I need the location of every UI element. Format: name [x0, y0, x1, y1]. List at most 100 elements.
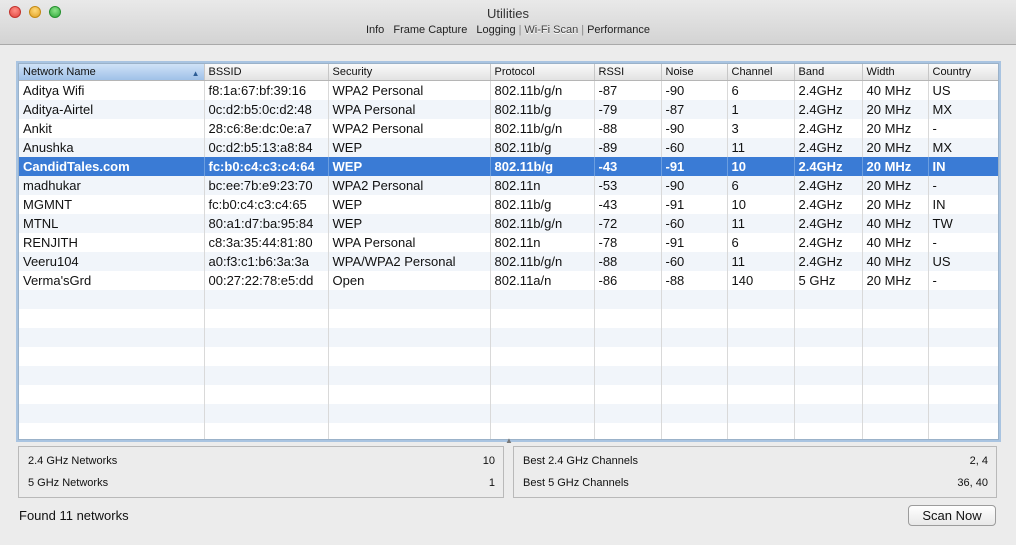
- table-row[interactable]: Veeru104 a0:f3:c1:b6:3a:3a WPA/WPA2 Person…: [19, 252, 998, 271]
- column-header-noise[interactable]: Noise: [661, 64, 728, 81]
- empty-cell: [928, 309, 998, 328]
- column-header-protocol[interactable]: Protocol: [490, 64, 595, 81]
- empty-cell: [594, 347, 662, 366]
- empty-cell: [661, 404, 728, 423]
- cell-channel: 1: [727, 100, 795, 119]
- cell-channel: 6: [727, 80, 795, 100]
- cell-security: Open: [328, 271, 491, 290]
- cell-protocol: 802.11b/g/n: [490, 214, 595, 233]
- table-row[interactable]: RENJITH c8:3a:35:44:81:80 WPA Personal 802.…: [19, 233, 998, 252]
- empty-cell: [862, 423, 929, 439]
- column-header-band[interactable]: Band: [794, 64, 863, 81]
- cell-network-name: MTNL: [19, 214, 205, 233]
- column-header-label: BSSID: [208, 66, 242, 78]
- cell-rssi: -43: [594, 195, 662, 214]
- table-row[interactable]: Verma'sGrd 00:27:22:78:e5:dd Open 802.11a/n…: [19, 271, 998, 290]
- table-row[interactable]: Aditya-Airtel 0c:d2:b5:0c:d2:48 WPA Person…: [19, 100, 998, 119]
- cell-country: IN: [928, 195, 998, 214]
- cell-rssi: -78: [594, 233, 662, 252]
- empty-cell: [794, 347, 863, 366]
- tab-frame-capture[interactable]: Frame Capture: [390, 24, 470, 36]
- ghz5-networks-count: 1: [488, 477, 495, 489]
- cell-bssid: 80:a1:d7:ba:95:84: [204, 214, 329, 233]
- column-header-rssi[interactable]: RSSI: [594, 64, 662, 81]
- split-view-handle[interactable]: ▲: [505, 437, 513, 445]
- table-row[interactable]: Aditya Wifi f8:1a:67:bf:39:16 WPA2 Persona…: [19, 80, 998, 100]
- tab-wifi-scan[interactable]: Wi-Fi Scan: [521, 24, 581, 36]
- empty-cell: [204, 347, 329, 366]
- networks-table-container[interactable]: Network Name ▲ BSSID Security Protocol RSSI No…: [18, 63, 999, 440]
- cell-width: 20 MHz: [862, 176, 929, 195]
- empty-cell: [862, 385, 929, 404]
- cell-security: WPA Personal: [328, 100, 491, 119]
- cell-rssi: -86: [594, 271, 662, 290]
- empty-cell: [490, 309, 595, 328]
- cell-channel: 6: [727, 233, 795, 252]
- tab-info[interactable]: Info: [363, 24, 387, 36]
- table-row[interactable]: CandidTales.com fc:b0:c4:c3:c4:64 WEP 802.1…: [19, 157, 998, 176]
- table-row[interactable]: MGMNT fc:b0:c4:c3:c4:65 WEP 802.11b/g -43 -91…: [19, 195, 998, 214]
- table-row[interactable]: Anushka 0c:d2:b5:13:a8:84 WEP 802.11b/g -89-…: [19, 138, 998, 157]
- scan-now-button[interactable]: Scan Now: [908, 505, 996, 526]
- empty-cell: [928, 404, 998, 423]
- empty-cell: [794, 385, 863, 404]
- cell-width: 40 MHz: [862, 233, 929, 252]
- column-header-country[interactable]: Country: [928, 64, 998, 81]
- empty-cell: [862, 328, 929, 347]
- empty-cell: [490, 385, 595, 404]
- title-bar: Utilities Info Frame Capture Logging | Wi-…: [0, 0, 1016, 45]
- empty-table-row: [19, 347, 998, 366]
- cell-protocol: 802.11a/n: [490, 271, 595, 290]
- cell-country: US: [928, 252, 998, 271]
- cell-security: WPA Personal: [328, 233, 491, 252]
- empty-cell: [204, 290, 329, 309]
- empty-cell: [594, 328, 662, 347]
- empty-cell: [862, 404, 929, 423]
- empty-cell: [794, 328, 863, 347]
- sort-ascending-icon: ▲: [191, 69, 200, 78]
- cell-noise: -90: [661, 176, 728, 195]
- cell-band: 2.4GHz: [794, 100, 863, 119]
- cell-protocol: 802.11b/g/n: [490, 252, 595, 271]
- networks-table: Network Name ▲ BSSID Security Protocol RSSI No…: [19, 64, 998, 439]
- cell-country: MX: [928, 138, 998, 157]
- cell-noise: -91: [661, 195, 728, 214]
- tab-logging[interactable]: Logging: [473, 24, 518, 36]
- empty-cell: [328, 328, 491, 347]
- ghz24-networks-label: 2.4 GHz Networks: [28, 455, 118, 467]
- empty-cell: [661, 366, 728, 385]
- empty-cell: [594, 385, 662, 404]
- empty-cell: [204, 423, 329, 439]
- table-row[interactable]: MTNL 80:a1:d7:ba:95:84 WEP 802.11b/g/n -72 -6…: [19, 214, 998, 233]
- empty-table-row: [19, 290, 998, 309]
- cell-rssi: -89: [594, 138, 662, 157]
- cell-band: 2.4GHz: [794, 195, 863, 214]
- cell-country: -: [928, 233, 998, 252]
- column-header-network-name[interactable]: Network Name ▲: [19, 64, 205, 81]
- column-header-bssid[interactable]: BSSID: [204, 64, 329, 81]
- cell-bssid: fc:b0:c4:c3:c4:65: [204, 195, 329, 214]
- cell-protocol: 802.11b/g: [490, 100, 595, 119]
- cell-noise: -91: [661, 233, 728, 252]
- cell-network-name: Aditya-Airtel: [19, 100, 205, 119]
- empty-cell: [594, 309, 662, 328]
- cell-security: WPA2 Personal: [328, 80, 491, 100]
- tab-performance[interactable]: Performance: [584, 24, 653, 36]
- cell-network-name: MGMNT: [19, 195, 205, 214]
- best-channels-summary: Best 2.4 GHz Channels 2, 4 Best 5 GHz Ch…: [513, 446, 997, 498]
- cell-bssid: fc:b0:c4:c3:c4:64: [204, 157, 329, 176]
- column-header-channel[interactable]: Channel: [727, 64, 795, 81]
- empty-cell: [928, 347, 998, 366]
- column-header-security[interactable]: Security: [328, 64, 491, 81]
- empty-cell: [928, 290, 998, 309]
- best-5ghz-channels-value: 36, 40: [957, 477, 988, 489]
- column-header-width[interactable]: Width: [862, 64, 929, 81]
- cell-band: 2.4GHz: [794, 252, 863, 271]
- cell-bssid: bc:ee:7b:e9:23:70: [204, 176, 329, 195]
- table-row[interactable]: Ankit 28:c6:8e:dc:0e:a7 WPA2 Personal 802.1…: [19, 119, 998, 138]
- empty-cell: [19, 290, 205, 309]
- table-row[interactable]: madhukar bc:ee:7b:e9:23:70 WPA2 Personal 80…: [19, 176, 998, 195]
- empty-cell: [19, 366, 205, 385]
- cell-band: 2.4GHz: [794, 119, 863, 138]
- empty-cell: [727, 290, 795, 309]
